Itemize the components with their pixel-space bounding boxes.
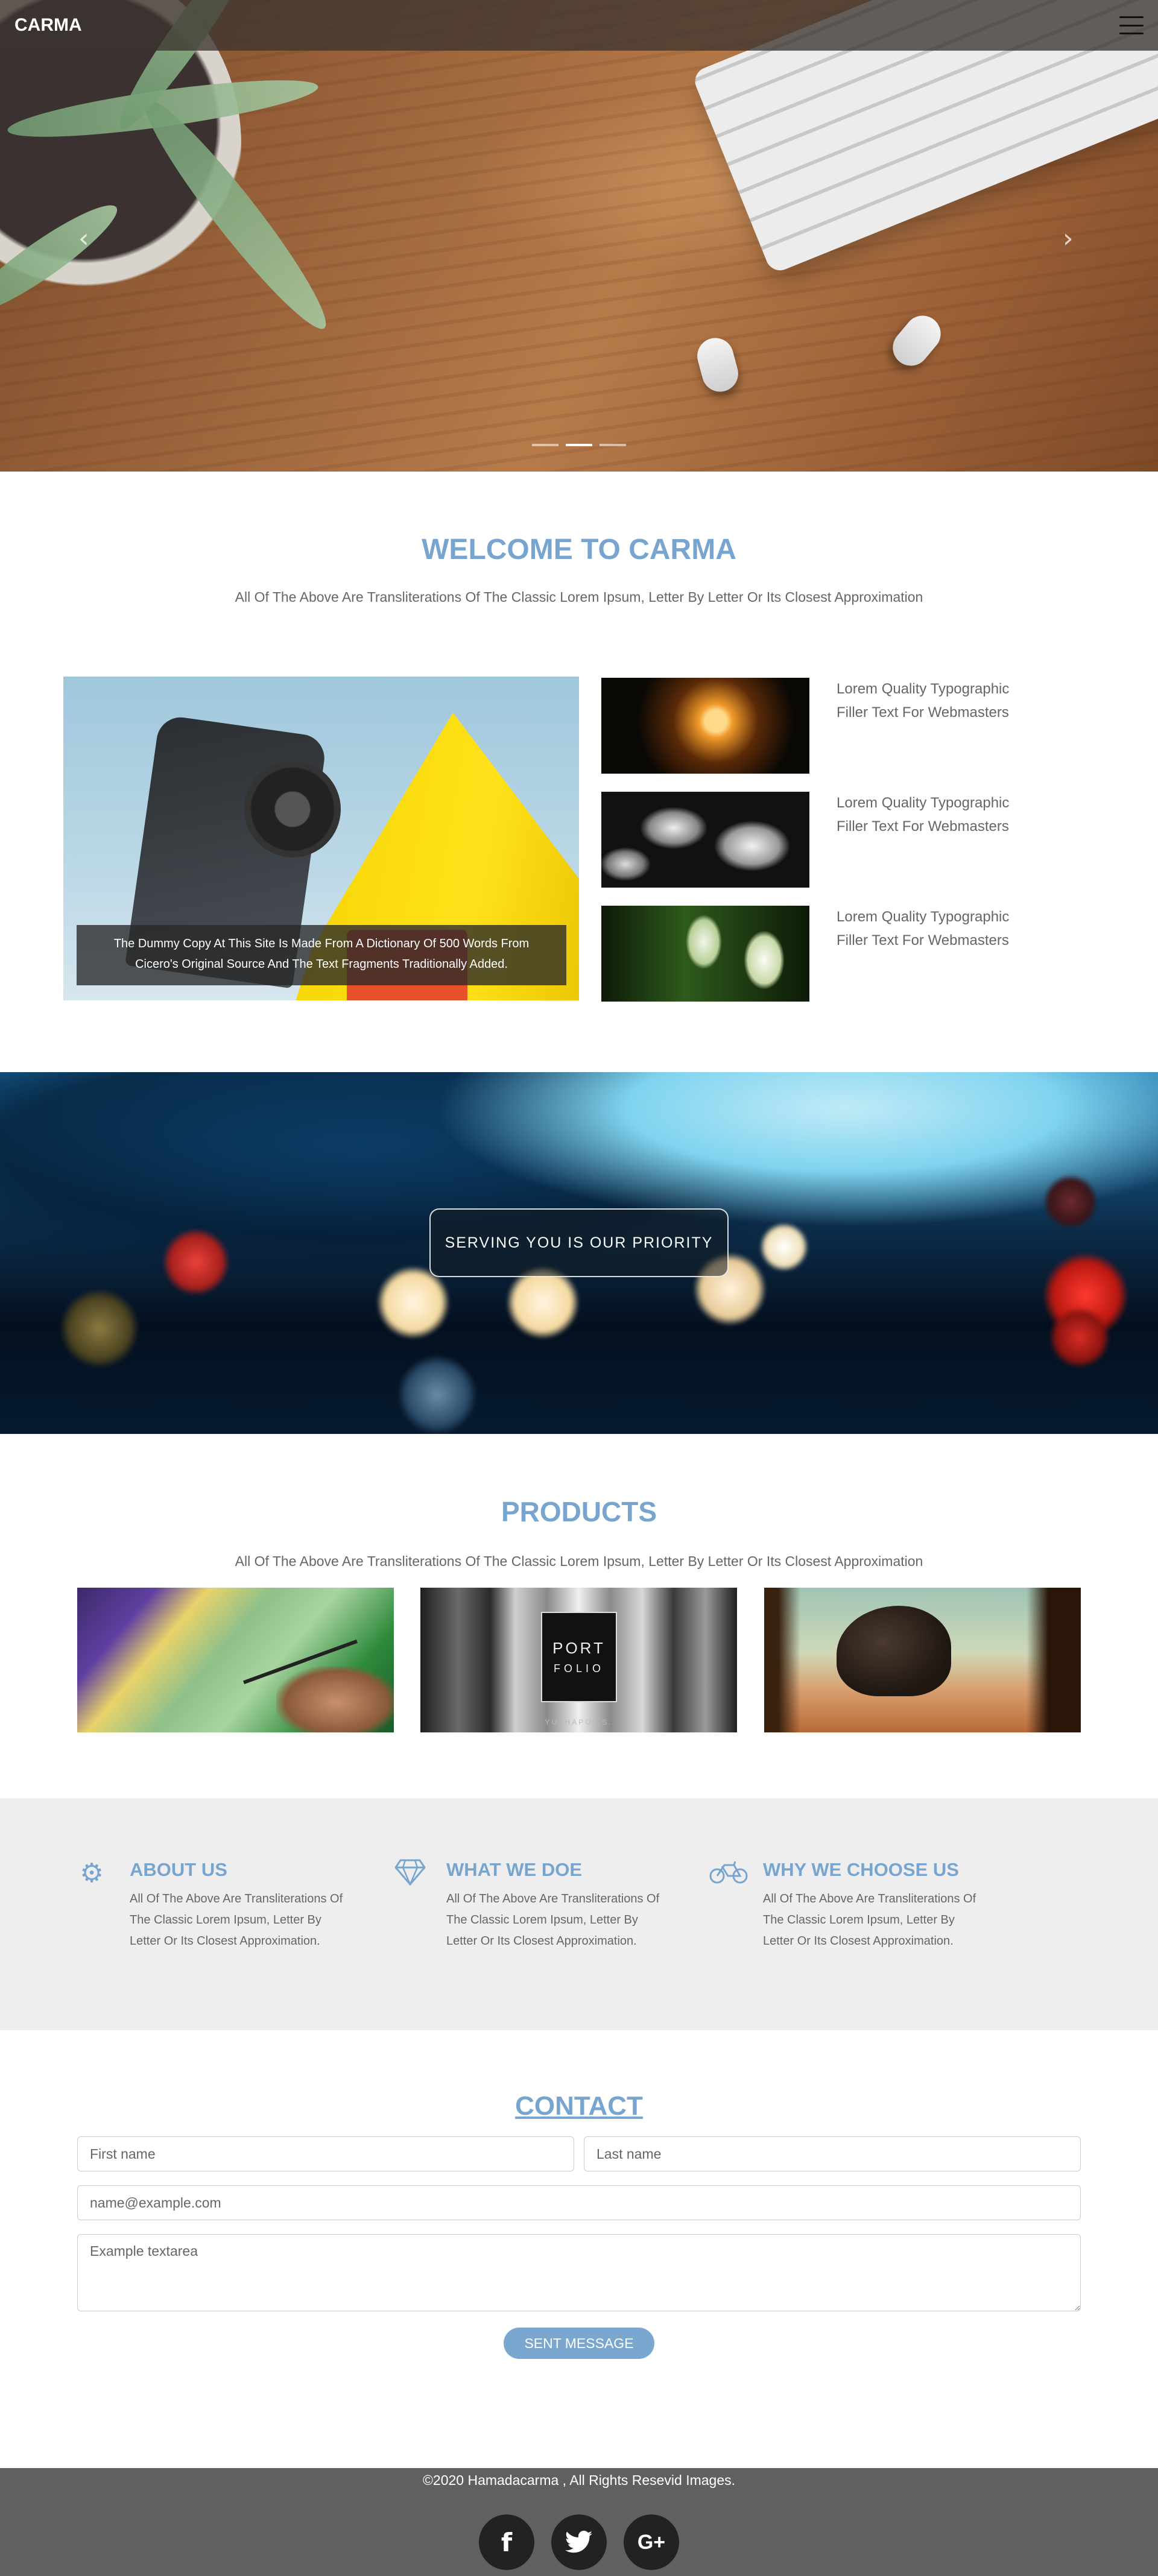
bokeh-light (1049, 1307, 1110, 1368)
portfolio-word: PORT (552, 1639, 606, 1657)
feature-text: All Of The Above Are Transliterations Of… (130, 1889, 371, 1952)
google-plus-icon[interactable]: G+ (624, 2514, 679, 2570)
carousel-prev-icon[interactable]: ‹ (78, 223, 89, 254)
navbar: CARMA (0, 0, 1158, 51)
list-item-line: Filler Text For Webmasters (837, 932, 1009, 949)
featured-image: The Dummy Copy At This Site Is Made From… (63, 677, 579, 1000)
list-item-line: Lorem Quality Typographic (837, 681, 1010, 697)
list-item-line: Lorem Quality Typographic (837, 909, 1010, 925)
carousel-indicators (532, 444, 626, 446)
brand-logo[interactable]: CARMA (14, 15, 82, 36)
cave-edge (1027, 1588, 1081, 1732)
portfolio-frame: PORT FOLIO (541, 1612, 617, 1702)
winch-wheel (244, 761, 341, 857)
bokeh-light (60, 1289, 139, 1368)
last-name-field[interactable] (584, 2136, 1081, 2171)
twitter-icon[interactable] (551, 2514, 607, 2570)
painting-hand (276, 1666, 394, 1732)
thumbnail-daisies[interactable] (601, 792, 809, 888)
feature-line: All Of The Above Are Transliterations Of (763, 1892, 976, 1905)
diamond-icon (393, 1859, 427, 1888)
thumbnail-tulips[interactable] (601, 906, 809, 1002)
bokeh-light (377, 1266, 449, 1339)
feature-line: Letter Or Its Closest Approximation. (446, 1934, 637, 1948)
product-painting[interactable] (77, 1588, 394, 1732)
feature-title: WHY WE CHOOSE US (763, 1859, 959, 1880)
first-name-field[interactable] (77, 2136, 574, 2171)
carousel-indicator[interactable] (600, 444, 626, 446)
facebook-icon[interactable]: f (479, 2514, 534, 2570)
products-title: PRODUCTS (501, 1496, 657, 1527)
hamburger-menu-icon[interactable] (1119, 16, 1144, 34)
feature-line: The Classic Lorem Ipsum, Letter By (446, 1913, 638, 1927)
earbud-image (693, 333, 742, 396)
featured-caption: The Dummy Copy At This Site Is Made From… (77, 925, 566, 985)
earbud-image (885, 308, 948, 373)
product-bison[interactable] (764, 1588, 1081, 1732)
thumbnail-bulb[interactable] (601, 678, 809, 774)
bokeh-light (163, 1229, 229, 1295)
feature-line: The Classic Lorem Ipsum, Letter By (763, 1913, 955, 1927)
welcome-subtitle: All Of The Above Are Transliterations Of… (235, 589, 923, 605)
caption-line: The Dummy Copy At This Site Is Made From… (113, 937, 530, 950)
list-item-text: Lorem Quality Typographic Filler Text Fo… (837, 905, 1030, 952)
gears-icon: ⚙ (80, 1858, 104, 1889)
bokeh-light (1043, 1175, 1098, 1229)
send-message-button[interactable]: SENT MESSAGE (504, 2328, 654, 2359)
bicycle-icon (709, 1859, 748, 1888)
portfolio-credit: YUTHAPOL S. (545, 1718, 613, 1726)
email-field[interactable] (77, 2185, 1081, 2220)
bokeh-light (760, 1223, 808, 1271)
list-item-text: Lorem Quality Typographic Filler Text Fo… (837, 677, 1030, 724)
bokeh-light (398, 1356, 476, 1434)
feature-title: WHAT WE DOE (446, 1859, 583, 1880)
welcome-title: WELCOME TO CARMA (422, 534, 736, 566)
message-textarea[interactable] (77, 2234, 1081, 2311)
feature-line: All Of The Above Are Transliterations Of (446, 1892, 660, 1905)
list-item-text: Lorem Quality Typographic Filler Text Fo… (837, 791, 1030, 838)
list-item-line: Lorem Quality Typographic (837, 795, 1010, 811)
feature-line: The Classic Lorem Ipsum, Letter By (130, 1913, 321, 1927)
copyright-text: ©2020 Hamadacarma , All Rights Resevid I… (422, 2472, 736, 2488)
feature-line: All Of The Above Are Transliterations Of (130, 1892, 343, 1905)
products-subtitle: All Of The Above Are Transliterations Of… (235, 1553, 923, 1569)
list-item-line: Filler Text For Webmasters (837, 704, 1009, 721)
carousel-next-icon[interactable]: › (1063, 223, 1074, 254)
carousel-indicator[interactable] (566, 444, 592, 446)
feature-text: All Of The Above Are Transliterations Of… (446, 1889, 688, 1952)
list-item-line: Filler Text For Webmasters (837, 818, 1009, 835)
hero-carousel: ‹ › (0, 0, 1158, 472)
product-portfolio[interactable]: PORT FOLIO YUTHAPOL S. (420, 1588, 737, 1732)
contact-title: CONTACT (515, 2091, 643, 2121)
portfolio-word: FOLIO (553, 1662, 604, 1675)
cave-edge (764, 1588, 800, 1732)
caption-line: Cicero's Original Source And The Text Fr… (135, 958, 508, 971)
feature-text: All Of The Above Are Transliterations Of… (763, 1889, 1004, 1952)
feature-title: ABOUT US (130, 1859, 227, 1880)
priority-button[interactable]: SERVING YOU IS OUR PRIORITY (429, 1208, 729, 1277)
bison-shape (837, 1606, 951, 1696)
bokeh-light (507, 1266, 579, 1339)
feature-line: Letter Or Its Closest Approximation. (130, 1934, 320, 1948)
carousel-indicator[interactable] (532, 444, 558, 446)
feature-line: Letter Or Its Closest Approximation. (763, 1934, 954, 1948)
